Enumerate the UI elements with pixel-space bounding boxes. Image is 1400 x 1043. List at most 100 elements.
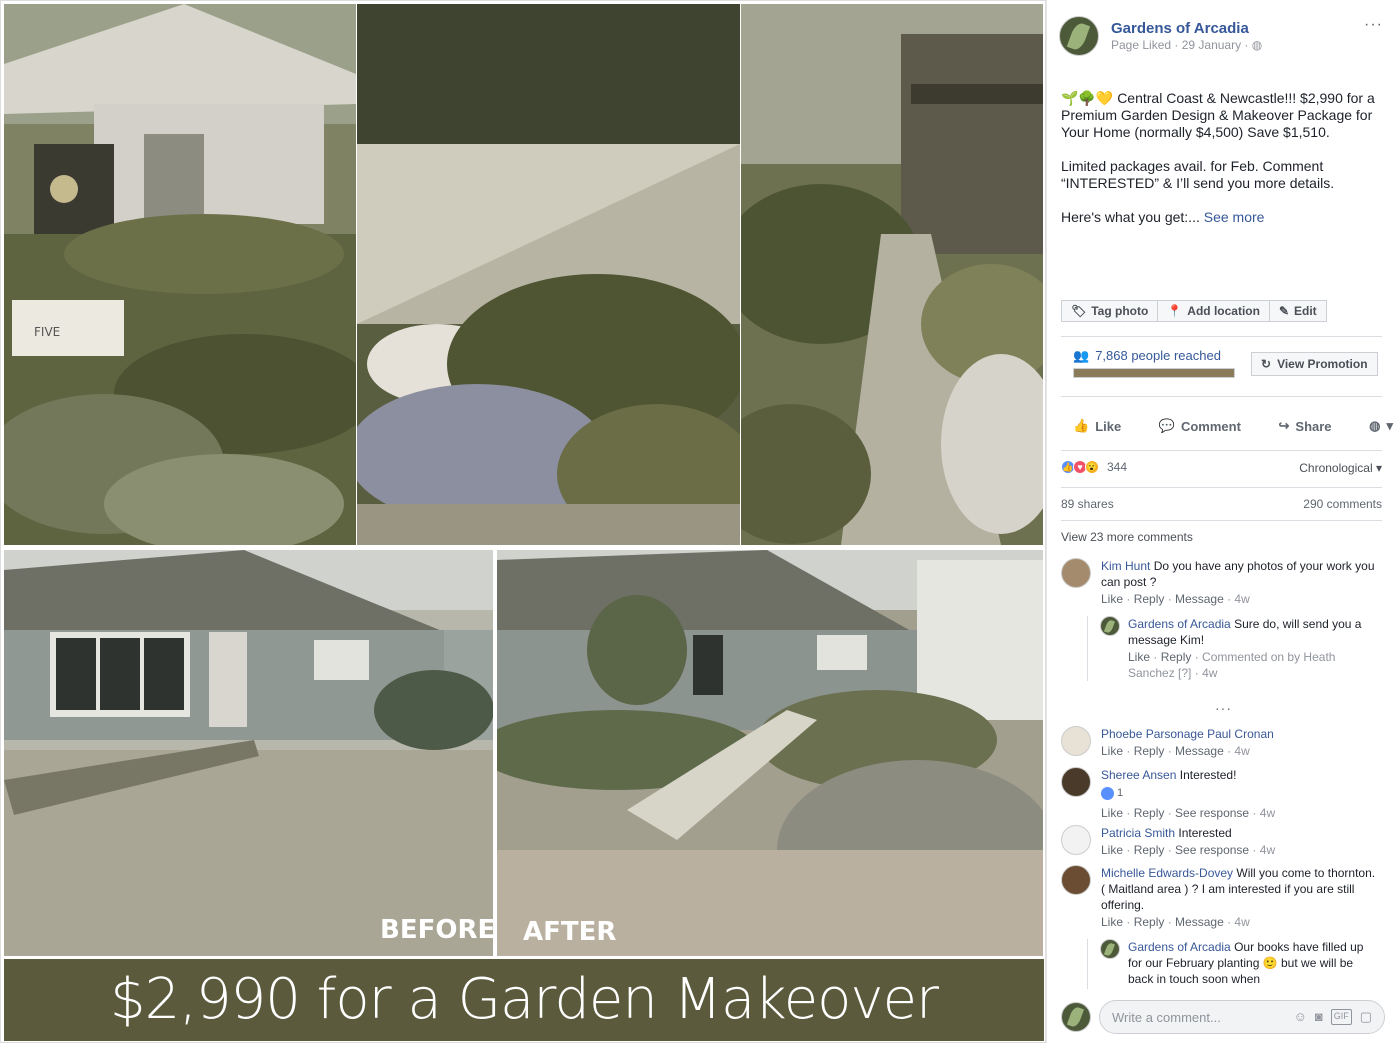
- reply-avatar[interactable]: [1100, 616, 1120, 636]
- share-button[interactable]: ↪ Share: [1279, 418, 1332, 434]
- add-location-label: Add location: [1187, 303, 1260, 318]
- smiley-icon[interactable]: ☺: [1294, 1009, 1307, 1025]
- audience-selector[interactable]: ◍ ▾: [1369, 418, 1393, 434]
- edit-button[interactable]: ✎ Edit: [1268, 300, 1327, 322]
- reply-commented-by: Commented on by Heath Sanchez: [1128, 650, 1336, 680]
- ad-banner: $2,990 for a Garden Makeover Package: [4, 959, 1044, 1041]
- comment-reply-link[interactable]: Reply: [1134, 806, 1165, 820]
- view-promotion-button[interactable]: ↻ View Promotion: [1251, 352, 1378, 376]
- reply-author-name[interactable]: Gardens of Arcadia: [1128, 940, 1231, 954]
- commenter-avatar[interactable]: [1061, 726, 1091, 756]
- comment-item: Kim Hunt Do you have any photos of your …: [1061, 558, 1381, 607]
- edit-label: Edit: [1294, 303, 1317, 318]
- globe-icon: ◍: [1251, 38, 1263, 52]
- reply-reply-link[interactable]: Reply: [1161, 650, 1192, 664]
- more-replies-ellipsis[interactable]: ···: [1215, 700, 1232, 716]
- comment-input[interactable]: Write a comment... ☺ ◙ GIF ▢: [1099, 1000, 1385, 1034]
- commenter-name[interactable]: Michelle Edwards-Dovey: [1101, 866, 1233, 880]
- commenter-avatar[interactable]: [1061, 865, 1091, 895]
- divider: [1061, 520, 1382, 521]
- like-button[interactable]: 👍 Like: [1073, 418, 1121, 434]
- photo-modern-house: FIVE: [4, 4, 356, 545]
- globe-icon: ◍: [1369, 418, 1381, 433]
- comment-order-label: Chronological: [1299, 461, 1373, 475]
- see-response-link[interactable]: See response: [1175, 806, 1249, 820]
- post-meta-text: Page Liked · 29 January ·: [1111, 38, 1252, 52]
- reply-item: Gardens of Arcadia Sure do, will send yo…: [1087, 616, 1377, 681]
- commenter-name[interactable]: Patricia Smith: [1101, 826, 1175, 840]
- comment-message-link[interactable]: Message: [1175, 744, 1224, 758]
- reply-like-link[interactable]: Like: [1128, 650, 1150, 664]
- people-icon: 👥: [1073, 348, 1090, 363]
- composer-icons: ☺ ◙ GIF ▢: [1294, 1009, 1372, 1025]
- page-avatar[interactable]: [1059, 16, 1099, 56]
- comment-message-link[interactable]: Message: [1175, 592, 1224, 606]
- shares-count[interactable]: 89 shares: [1061, 497, 1114, 511]
- comment-item: Patricia Smith Interested Like · Reply ·…: [1061, 825, 1381, 858]
- commenter-avatar[interactable]: [1061, 767, 1091, 797]
- comment-like-link[interactable]: Like: [1101, 915, 1123, 929]
- comment-time: 4w: [1259, 805, 1276, 820]
- reach-stat[interactable]: 👥 7,868 people reached: [1073, 348, 1221, 364]
- commenter-name[interactable]: Kim Hunt: [1101, 559, 1150, 573]
- tag-photo-button[interactable]: 🏷 Tag photo: [1061, 300, 1159, 322]
- photo-before: BEFORE: [4, 550, 493, 956]
- comments-count[interactable]: 290 comments: [1303, 497, 1382, 511]
- more-options-icon[interactable]: ···: [1364, 16, 1383, 34]
- reply-time: 4w: [1202, 666, 1218, 680]
- see-more-link[interactable]: See more: [1204, 209, 1265, 225]
- reply-author-name[interactable]: Gardens of Arcadia: [1128, 617, 1231, 631]
- comment-reply-link[interactable]: Reply: [1134, 744, 1165, 758]
- comment-like-link[interactable]: Like: [1101, 744, 1123, 758]
- commenter-avatar[interactable]: [1061, 825, 1091, 855]
- comment-reply-link[interactable]: Reply: [1134, 843, 1165, 857]
- comment-meta: Like · Reply · Message · 4w: [1101, 592, 1250, 606]
- photo-tools: 🏷 Tag photo 📍 Add location ✎ Edit: [1061, 300, 1327, 322]
- like-label: Like: [1095, 418, 1122, 434]
- photo-after: AFTER: [497, 550, 1043, 956]
- comment-time: 4w: [1259, 843, 1276, 857]
- camera-icon[interactable]: ◙: [1315, 1009, 1323, 1025]
- commenter-avatar[interactable]: [1061, 558, 1091, 588]
- comment-reply-link[interactable]: Reply: [1134, 915, 1165, 929]
- comment-text: Interested: [1175, 826, 1232, 840]
- house-number-sign: FIVE: [34, 325, 60, 339]
- after-label: AFTER: [523, 917, 616, 947]
- comment-input-placeholder: Write a comment...: [1112, 1009, 1221, 1025]
- comment-message-link[interactable]: Message: [1175, 915, 1224, 929]
- post-actions: 👍 Like 💬 Comment ↪ Share ◍ ▾: [1073, 418, 1393, 434]
- reactions-summary[interactable]: 👍 ♥ 😮 344: [1061, 460, 1127, 474]
- comment-like-link[interactable]: Like: [1101, 592, 1123, 606]
- tag-icon: 🏷: [1071, 303, 1087, 318]
- add-location-button[interactable]: 📍 Add location: [1157, 300, 1270, 322]
- commenter-name[interactable]: Sheree Ansen: [1101, 768, 1176, 782]
- share-label: Share: [1295, 418, 1332, 434]
- comment-like-link[interactable]: Like: [1101, 806, 1123, 820]
- comment-button[interactable]: 💬 Comment: [1159, 418, 1241, 434]
- page-name-link[interactable]: Gardens of Arcadia: [1111, 20, 1249, 37]
- post-text-3: Here's what you get:...: [1061, 209, 1204, 225]
- commenter-name[interactable]: Phoebe Parsonage: [1101, 727, 1204, 741]
- comment-like-count[interactable]: 1: [1101, 785, 1123, 801]
- comment-order-dropdown[interactable]: Chronological ▾: [1299, 461, 1382, 475]
- ad-image[interactable]: FIVE BEFORE AFTER $2,990 for a Garden Ma…: [0, 0, 1046, 1043]
- location-pin-icon: 📍: [1167, 303, 1183, 318]
- comment-like-link[interactable]: Like: [1101, 843, 1123, 857]
- gif-icon[interactable]: GIF: [1330, 1009, 1352, 1025]
- pencil-icon: ✎: [1278, 303, 1290, 318]
- comment-meta: Like · Reply · See response · 4w: [1101, 805, 1276, 820]
- composer-avatar: [1061, 1002, 1091, 1032]
- comment-item: Michelle Edwards-Dovey Will you come to …: [1061, 865, 1381, 930]
- comment-meta: Like · Reply · See response · 4w: [1101, 843, 1276, 857]
- comment-reply-link[interactable]: Reply: [1134, 592, 1165, 606]
- see-response-link[interactable]: See response: [1175, 843, 1249, 857]
- post-emojis: 🌱🌳💛: [1061, 90, 1114, 106]
- reach-bar-fill: [1074, 369, 1234, 377]
- before-label: BEFORE: [380, 915, 493, 945]
- comment-tag[interactable]: Paul Cronan: [1204, 727, 1274, 741]
- post-text: 🌱🌳💛 Central Coast & Newcastle!!! $2,990 …: [1061, 90, 1387, 243]
- reply-avatar[interactable]: [1100, 939, 1120, 959]
- sticker-icon[interactable]: ▢: [1360, 1009, 1372, 1025]
- comment-item: Sheree Ansen Interested! 1 Like · Reply …: [1061, 767, 1381, 821]
- view-more-comments-link[interactable]: View 23 more comments: [1061, 530, 1193, 544]
